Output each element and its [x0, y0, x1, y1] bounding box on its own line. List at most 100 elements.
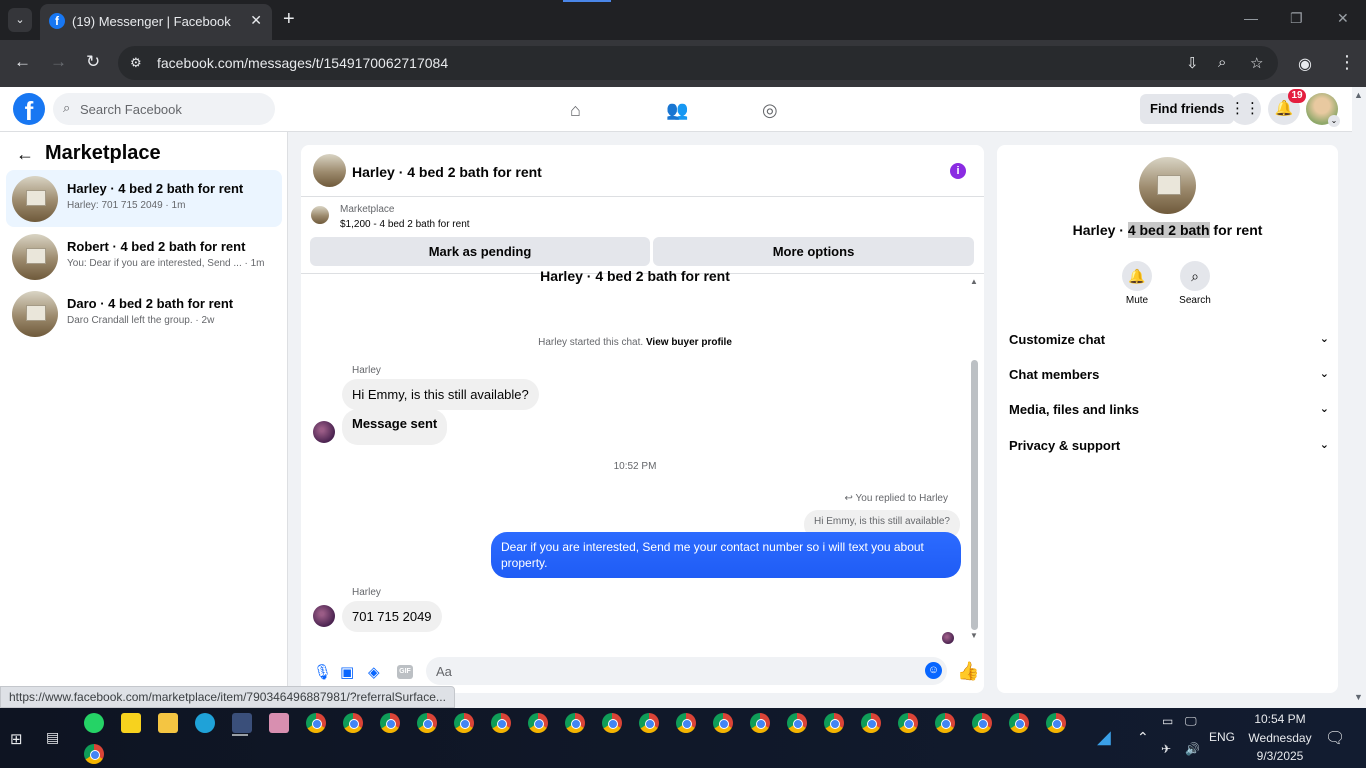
clock-date[interactable]: 9/3/2025 — [1240, 749, 1320, 763]
language-indicator[interactable]: ENG — [1209, 730, 1235, 744]
sender-avatar[interactable] — [313, 421, 335, 443]
conversation-item-robert[interactable]: Robert · 4 bed 2 bath for rent You: Dear… — [6, 228, 282, 285]
microphone-icon[interactable]: 🎙 — [313, 663, 332, 681]
chrome-icon[interactable] — [639, 713, 659, 733]
section-chat-members[interactable]: Chat members ⌄ — [1009, 367, 1329, 395]
page-scroll-up-arrow[interactable]: ▲ — [1354, 90, 1363, 100]
info-listing-thumbnail[interactable] — [1139, 157, 1196, 214]
facebook-logo-icon[interactable]: f — [13, 93, 45, 126]
conversation-item-daro[interactable]: Daro · 4 bed 2 bath for rent Daro Cranda… — [6, 285, 282, 342]
chrome-icon[interactable] — [380, 713, 400, 733]
windows-start-icon[interactable]: ⊞ — [10, 730, 23, 748]
find-friends-button[interactable]: Find friends — [1140, 94, 1235, 124]
chat-title[interactable]: Harley · 4 bed 2 bath for rent — [352, 164, 542, 180]
zoom-icon[interactable]: ⌕ — [1218, 54, 1226, 71]
sticky-notes-icon[interactable] — [121, 713, 141, 733]
home-icon[interactable]: ⌂ — [570, 100, 581, 121]
search-input[interactable] — [80, 93, 270, 125]
url-text[interactable]: facebook.com/messages/t/1549170062717084 — [157, 55, 448, 71]
user-avatar[interactable]: ⌄ — [1306, 93, 1340, 127]
section-media-files-links[interactable]: Media, files and links ⌄ — [1009, 402, 1329, 430]
site-info-icon[interactable]: ⚙ — [130, 55, 142, 71]
reload-icon[interactable]: ↻ — [86, 52, 100, 72]
chat-listing-thumbnail[interactable] — [313, 154, 346, 187]
mark-as-pending-button[interactable]: Mark as pending — [310, 237, 650, 266]
sender-avatar[interactable] — [313, 605, 335, 627]
tab-close-icon[interactable]: ✕ — [250, 12, 262, 29]
message-thread[interactable]: Harley · 4 bed 2 bath for rent Harley st… — [301, 268, 984, 651]
page-scroll-down-arrow[interactable]: ▼ — [1354, 692, 1363, 702]
browser-menu-icon[interactable]: ⋮ — [1338, 52, 1356, 73]
outgoing-message[interactable]: Dear if you are interested, Send me your… — [491, 532, 961, 578]
sticker-icon[interactable]: ◈ — [368, 663, 380, 681]
gif-icon[interactable]: GIF — [397, 665, 413, 679]
mute-button[interactable]: 🔔 Mute — [1112, 261, 1162, 306]
photo-icon[interactable]: ▣ — [340, 663, 354, 681]
chrome-icon[interactable] — [898, 713, 918, 733]
restore-icon[interactable]: ❐ — [1290, 10, 1303, 27]
incoming-message[interactable]: Message sent — [342, 409, 448, 445]
clock-day[interactable]: Wednesday — [1240, 731, 1320, 745]
emoji-icon[interactable]: ☺ — [925, 662, 942, 679]
chrome-icon[interactable] — [306, 713, 326, 733]
thread-scroll-down-arrow[interactable]: ▼ — [970, 631, 978, 640]
chrome-icon[interactable] — [1009, 713, 1029, 733]
install-app-icon[interactable]: ⇩ — [1186, 54, 1199, 72]
more-options-button[interactable]: More options — [653, 237, 974, 266]
section-privacy-support[interactable]: Privacy & support ⌄ — [1009, 438, 1329, 466]
weather-widget-icon[interactable]: ◢ — [1097, 727, 1111, 748]
section-customize-chat[interactable]: Customize chat ⌄ — [1009, 332, 1329, 360]
chrome-icon[interactable] — [602, 713, 622, 733]
incoming-message[interactable]: 701 715 2049 — [342, 601, 442, 632]
thread-scrollbar[interactable] — [971, 360, 978, 630]
groups-icon[interactable]: ◎ — [762, 100, 778, 121]
meet-now-icon[interactable]: ▭ — [1162, 714, 1173, 728]
conversation-item-harley[interactable]: Harley · 4 bed 2 bath for rent Harley: 7… — [6, 170, 282, 227]
chrome-icon[interactable] — [824, 713, 844, 733]
menu-grid-icon[interactable]: ⋮⋮ — [1229, 93, 1261, 125]
chrome-icon[interactable] — [417, 713, 437, 733]
notification-center-icon[interactable]: 🗨 — [1325, 728, 1345, 748]
browser-tab[interactable]: f (19) Messenger | Facebook ✕ — [40, 4, 272, 40]
paint-icon[interactable] — [269, 713, 289, 733]
bookmark-star-icon[interactable]: ☆ — [1250, 54, 1263, 72]
info-icon[interactable]: i — [950, 163, 966, 179]
thread-scroll-up-arrow[interactable]: ▲ — [970, 277, 978, 286]
search-in-chat-button[interactable]: ⌕ Search — [1170, 261, 1220, 306]
thumbs-up-icon[interactable]: 👍 — [957, 661, 979, 682]
clock-time[interactable]: 10:54 PM — [1240, 712, 1320, 726]
app-icon-pinned[interactable] — [232, 713, 252, 733]
show-hidden-icons-chevron-icon[interactable]: ⌃ — [1137, 729, 1149, 746]
chrome-icon[interactable] — [787, 713, 807, 733]
chrome-icon[interactable] — [750, 713, 770, 733]
chrome-icon[interactable] — [713, 713, 733, 733]
listing-mini-thumbnail[interactable] — [311, 206, 329, 224]
display-icon[interactable]: 🖵 — [1185, 714, 1197, 729]
file-explorer-icon[interactable] — [158, 713, 178, 733]
back-arrow-icon[interactable]: ← — [16, 144, 34, 165]
chrome-icon[interactable] — [676, 713, 696, 733]
chrome-icon[interactable] — [343, 713, 363, 733]
chrome-icon[interactable] — [972, 713, 992, 733]
tab-search-chevron-icon[interactable]: ⌄ — [8, 8, 32, 32]
airplane-mode-icon[interactable]: ✈ — [1161, 742, 1171, 756]
listing-price-title[interactable]: $1,200 - 4 bed 2 bath for rent — [340, 219, 470, 230]
incoming-message[interactable]: Hi Emmy, is this still available? — [342, 379, 539, 410]
back-icon[interactable]: ← — [14, 52, 31, 72]
friends-icon[interactable]: 👥 — [666, 100, 688, 121]
edge-icon[interactable] — [195, 713, 215, 733]
forward-icon[interactable]: → — [50, 52, 67, 72]
whatsapp-icon[interactable] — [84, 713, 104, 733]
chrome-icon[interactable] — [861, 713, 881, 733]
chrome-icon[interactable] — [1046, 713, 1066, 733]
chrome-icon[interactable] — [454, 713, 474, 733]
new-tab-button[interactable]: + — [283, 8, 295, 30]
chrome-icon[interactable] — [491, 713, 511, 733]
message-input[interactable] — [426, 657, 947, 685]
facebook-search[interactable]: ⌕ — [53, 93, 275, 125]
address-bar[interactable]: ⚙ facebook.com/messages/t/15491700627170… — [118, 46, 1278, 80]
chrome-icon[interactable] — [84, 744, 104, 764]
minimize-icon[interactable]: — — [1244, 10, 1258, 26]
close-window-icon[interactable]: ✕ — [1337, 10, 1349, 27]
volume-icon[interactable]: 🔊 — [1185, 742, 1200, 756]
